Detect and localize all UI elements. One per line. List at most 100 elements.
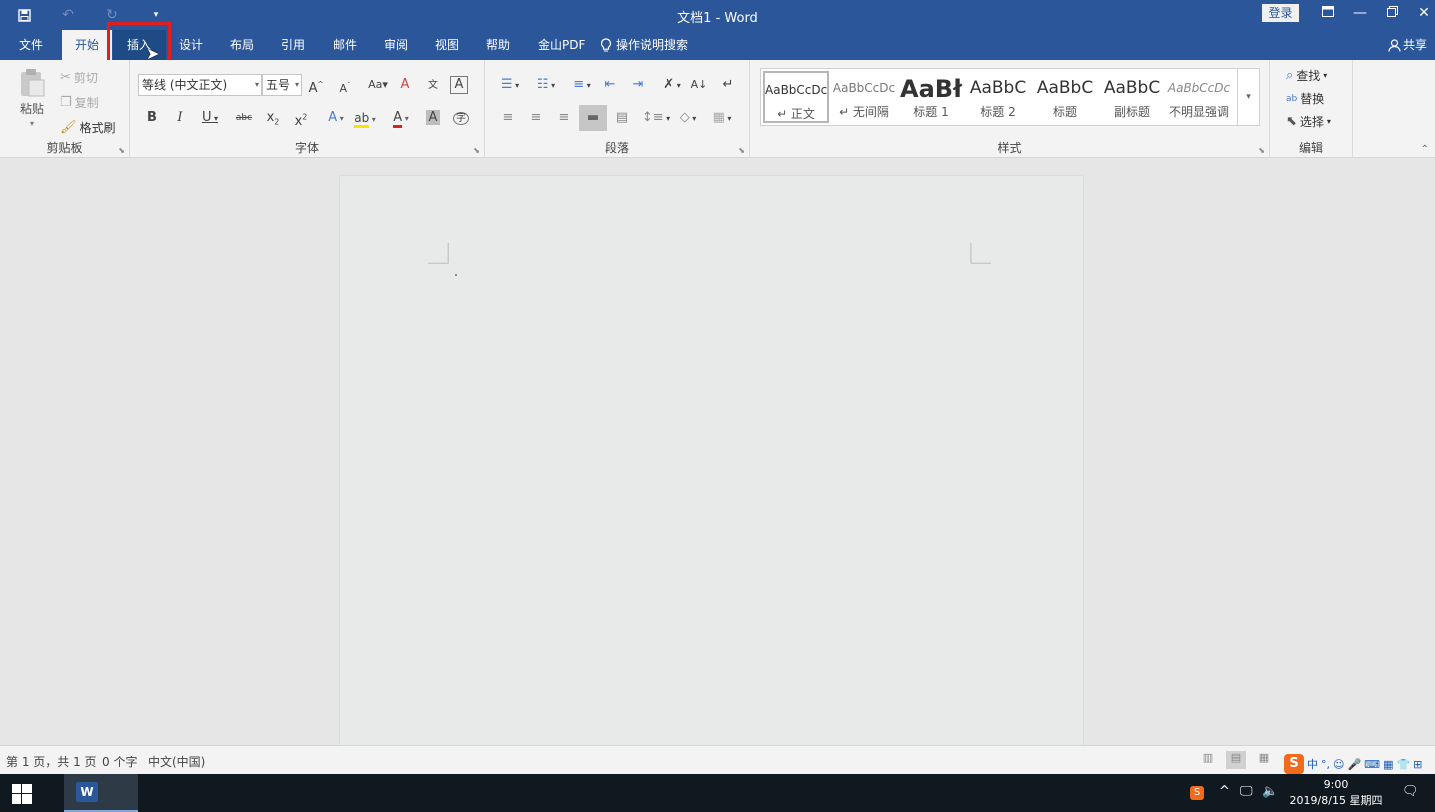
cut-button[interactable]: ✂ 剪切 [60,69,98,86]
format-painter-button[interactable]: 🖌 格式刷 [60,119,116,136]
sogou-logo-icon[interactable]: S [1284,754,1304,774]
document-page[interactable] [340,176,1083,745]
bold-button[interactable]: B [141,107,163,129]
grid-menu-icon[interactable]: ⊞ [1413,758,1422,771]
style-title[interactable]: AaBbC 标题 [1032,71,1098,123]
grow-font-button[interactable]: A^ [305,74,327,96]
taskbar-word-button[interactable]: W [64,774,138,812]
toolbox-icon[interactable]: ▦ [1383,758,1393,771]
replace-icon: ab [1286,93,1298,104]
volume-icon[interactable]: 🔈 [1262,784,1278,799]
read-mode-button[interactable]: ▥ [1198,751,1218,769]
page-count[interactable]: 第 1 页，共 1 页 [6,753,97,770]
style-preview: AaBbC [1103,78,1161,98]
network-icon[interactable]: 🖵 [1240,784,1253,799]
show-marks-button[interactable]: ↵ [717,74,739,96]
align-center-button[interactable]: ≡ [525,107,547,129]
enclose-characters-button[interactable]: 字 [450,107,472,129]
minimize-button[interactable]: — [1344,2,1376,24]
tab-references[interactable]: 引用 [273,30,313,60]
replace-button[interactable]: ab 替换 [1286,90,1324,107]
tab-review[interactable]: 审阅 [376,30,416,60]
tab-kingsoft-pdf[interactable]: 金山PDF [530,30,593,60]
superscript-button[interactable]: x2 [290,107,312,129]
copy-label: 复制 [74,96,99,110]
character-border-button[interactable]: A [450,76,468,94]
keyboard-icon[interactable]: ⌨ [1364,758,1380,771]
style-normal[interactable]: AaBbCcDc ↵ 正文 [763,71,829,123]
select-button[interactable]: ⬉ 选择 ▾ [1286,113,1331,130]
change-case-button[interactable]: Aa▾ [364,74,392,96]
highlight-color-button[interactable]: ab ▾ [350,107,380,129]
share-button[interactable]: 共享 [1388,30,1427,60]
shading-button[interactable]: ◇ ▾ [673,107,703,129]
show-hidden-icons-icon[interactable]: ^ [1219,784,1230,799]
font-size-select[interactable]: 五号 ▾ [262,74,302,96]
styles-more-button[interactable]: ▾ [1237,69,1259,125]
tab-file[interactable]: 文件 [11,30,51,60]
shrink-font-button[interactable]: Aˇ [334,74,356,96]
style-heading-2[interactable]: AaBbC 标题 2 [965,71,1031,123]
distributed-button[interactable]: ▤ [611,107,633,129]
increase-indent-button[interactable]: ⇥ [627,74,649,96]
paste-button[interactable]: 粘贴 ▾ [14,68,50,128]
align-left-button[interactable]: ≡ [497,107,519,129]
styles-launcher-icon[interactable]: ⬊ [1258,146,1265,155]
subscript-button[interactable]: x2 [262,107,284,129]
login-button[interactable]: 登录 [1262,4,1299,22]
tab-home[interactable]: 开始 [62,30,112,60]
font-launcher-icon[interactable]: ⬊ [473,146,480,155]
numbering-button[interactable]: ☷ ▾ [531,74,561,96]
emoji-icon[interactable]: ☺ [1333,758,1344,771]
microphone-icon[interactable]: 🎤 [1347,758,1361,771]
paragraph-launcher-icon[interactable]: ⬊ [738,146,745,155]
tell-me-search[interactable]: 操作说明搜索 [600,30,688,60]
italic-button[interactable]: I [169,107,191,129]
borders-button[interactable]: ▦ ▾ [707,107,737,129]
restore-button[interactable] [1376,2,1408,24]
find-button[interactable]: ⌕ 查找 ▾ [1286,67,1327,84]
font-name-select[interactable]: 等线 (中文正文) ▾ [138,74,262,96]
windows-start-icon[interactable] [12,784,32,804]
strikethrough-button[interactable]: abc [233,107,255,129]
web-layout-button[interactable]: ▦ [1254,751,1274,769]
close-button[interactable]: ✕ [1408,2,1435,24]
word-count[interactable]: 0 个字 [102,753,137,770]
collapse-ribbon-icon[interactable]: ⌃ [1421,144,1429,155]
decrease-indent-button[interactable]: ⇤ [599,74,621,96]
tab-mailings[interactable]: 邮件 [325,30,365,60]
chinese-layout-button[interactable]: ✗ ▾ [657,74,687,96]
punctuation-icon[interactable]: °, [1321,758,1330,771]
title-bar: ↶ ↻ ▾ 文档1 - Word 登录 — ✕ [0,0,1435,30]
clipboard-launcher-icon[interactable]: ⬊ [118,146,125,155]
clear-formatting-button[interactable]: A [394,74,416,96]
style-no-spacing[interactable]: AaBbCcDc ↵ 无间隔 [831,71,897,123]
ribbon-display-options-button[interactable] [1312,2,1344,24]
justify-button[interactable]: ▬ [579,105,607,131]
font-color-button[interactable]: A ▾ [386,107,416,129]
phonetic-guide-button[interactable]: 文 [422,74,444,96]
tab-view[interactable]: 视图 [427,30,467,60]
style-subtitle[interactable]: AaBbC 副标题 [1099,71,1165,123]
multilevel-list-button[interactable]: ≡ ▾ [567,74,597,96]
sogou-tray-icon[interactable]: S [1190,784,1204,800]
align-right-button[interactable]: ≡ [553,107,575,129]
underline-button[interactable]: U ▾ [196,107,224,129]
text-effects-button[interactable]: A ▾ [322,107,350,129]
print-layout-button[interactable]: ▤ [1226,751,1246,769]
character-shading-button[interactable]: A [422,107,444,129]
sort-button[interactable]: A↓ [688,74,710,96]
tab-layout[interactable]: 布局 [222,30,262,60]
bullets-button[interactable]: ☰ ▾ [495,74,525,96]
style-subtle-emphasis[interactable]: AaBbCcDc 不明显强调 [1166,71,1232,123]
notification-center-icon[interactable]: 🗨 [1402,784,1419,799]
ime-mode-label[interactable]: 中 [1307,756,1318,772]
skin-icon[interactable]: 👕 [1396,758,1410,771]
tab-design[interactable]: 设计 [171,30,211,60]
tab-help[interactable]: 帮助 [478,30,518,60]
line-spacing-button[interactable]: ↕≡ ▾ [641,107,671,129]
copy-button[interactable]: ❐ 复制 [60,94,99,111]
system-clock[interactable]: 9:00 2019/8/15 星期四 [1282,777,1390,809]
language-indicator[interactable]: 中文(中国) [148,753,205,770]
style-heading-1[interactable]: AaBł 标题 1 [898,71,964,123]
